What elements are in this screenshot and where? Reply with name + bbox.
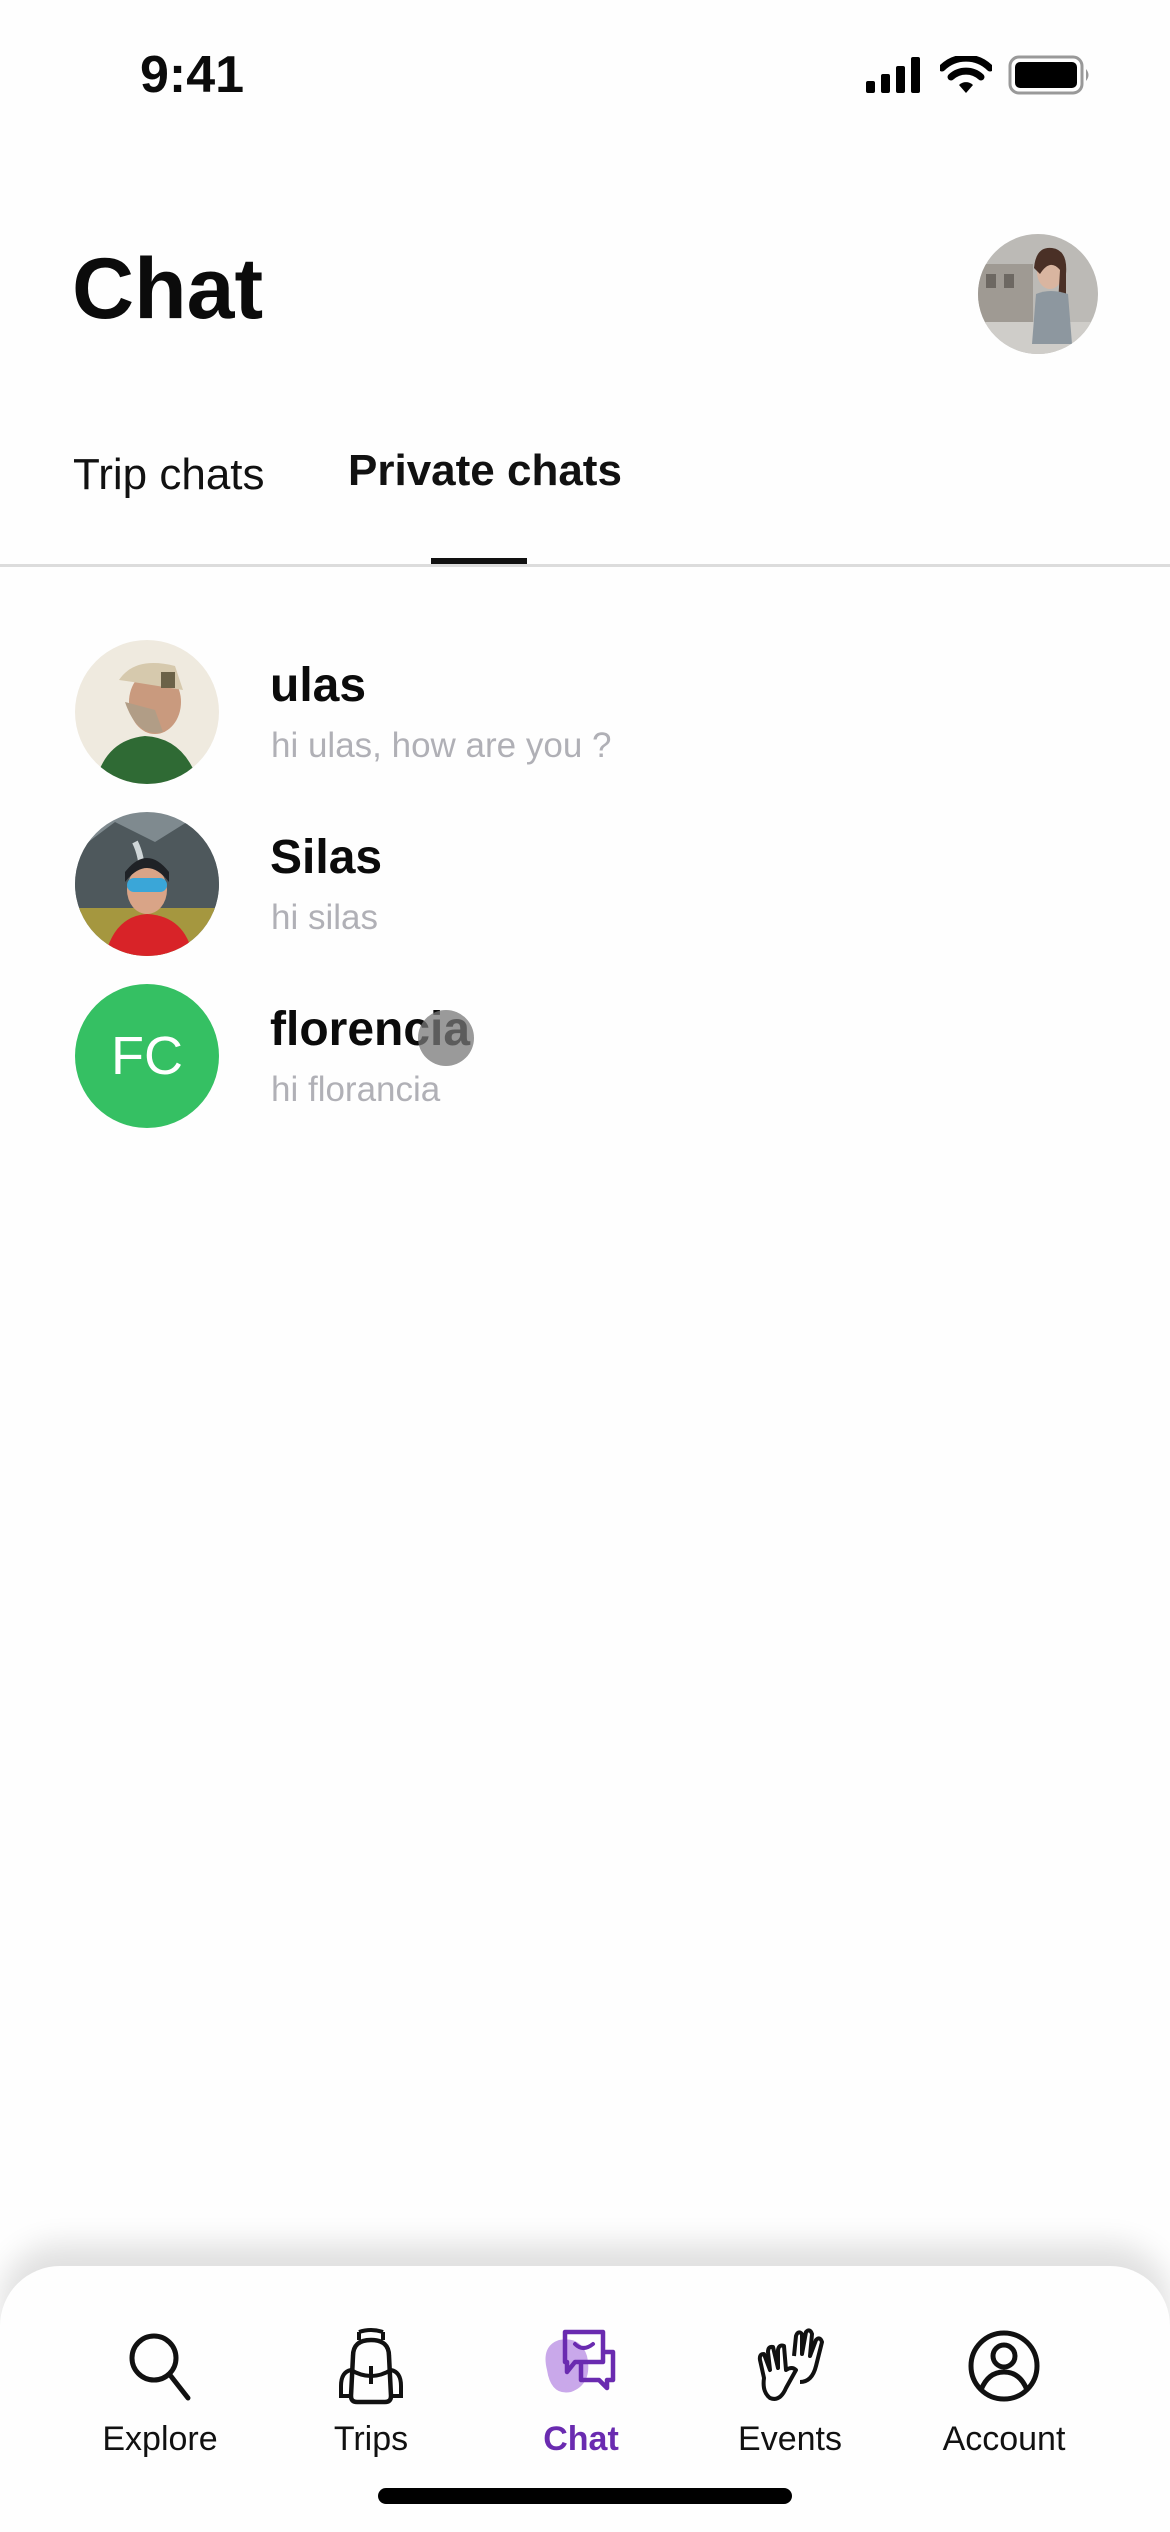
nav-trips[interactable]: Trips [271,2266,471,2466]
chat-name: Silas [270,831,383,884]
user-photo-icon [75,640,219,784]
nav-label: Chat [543,2420,619,2458]
nav-label: Events [738,2420,842,2458]
avatar [75,812,219,956]
nav-label: Explore [102,2420,218,2458]
chat-name: ulas [270,659,367,712]
chat-bubbles-icon [545,2329,616,2393]
chat-last-message: hi silas [271,898,378,937]
high-five-icon [757,2328,824,2401]
search-icon [129,2333,191,2401]
chat-last-message: hi florancia [271,1070,441,1109]
status-bar: 9:41 [0,0,1170,150]
avatar [75,640,219,784]
touch-indicator [418,1010,474,1066]
status-time: 9:41 [140,46,245,104]
nav-explore[interactable]: Explore [60,2266,260,2466]
nav-label: Account [942,2420,1066,2458]
avatar-initials: FC [75,984,219,1128]
chat-row-ulas[interactable]: ulas hi ulas, how are you ? [0,620,1170,784]
nav-account[interactable]: Account [904,2266,1104,2466]
wifi-icon [940,56,992,93]
nav-chat[interactable]: Chat [481,2266,681,2466]
home-indicator[interactable] [378,2488,792,2504]
chat-tabs: Trip chats Private chats [0,440,1170,566]
backpack-icon [339,2328,403,2405]
tab-private-chats[interactable]: Private chats [348,446,622,496]
chat-last-message: hi ulas, how are you ? [271,726,612,765]
battery-icon [1008,55,1089,95]
tab-trip-chats[interactable]: Trip chats [73,450,265,500]
nav-label: Trips [333,2420,409,2458]
user-photo-icon [75,812,219,956]
nav-events[interactable]: Events [690,2266,890,2466]
account-icon [968,2330,1040,2402]
tabs-divider [0,564,1170,567]
status-icons [866,55,1092,95]
profile-photo-icon [978,234,1098,354]
cellular-signal-icon [866,57,920,93]
chat-row-florencia[interactable]: FC florencia hi florancia [0,964,1170,1128]
chat-row-silas[interactable]: Silas hi silas [0,792,1170,956]
profile-avatar[interactable] [978,234,1098,354]
page-title: Chat [72,241,264,337]
